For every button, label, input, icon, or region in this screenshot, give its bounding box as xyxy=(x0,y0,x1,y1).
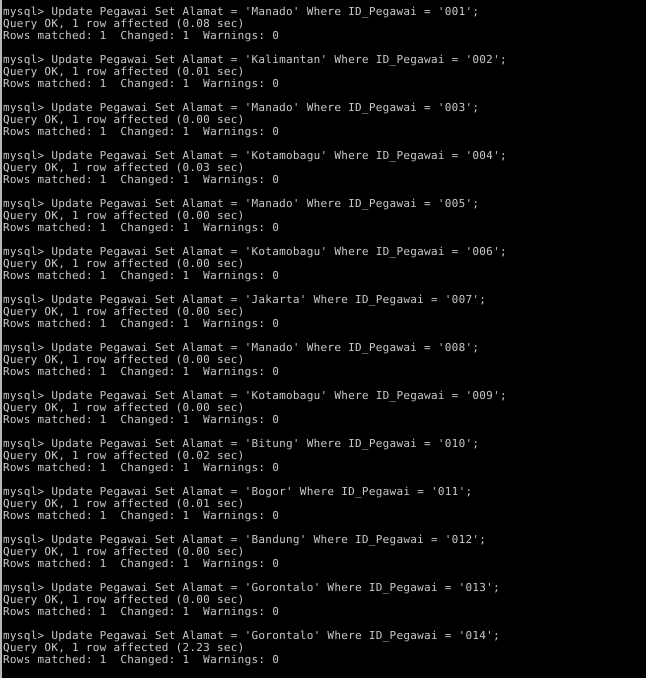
rows-summary-line: Rows matched: 1 Changed: 1 Warnings: 0 xyxy=(3,509,280,522)
sql-statement-block: mysql> Update Pegawai Set Alamat = 'Goro… xyxy=(3,582,643,630)
sql-statement-block: mysql> Update Pegawai Set Alamat = 'Band… xyxy=(3,534,643,582)
rows-summary-line: Rows matched: 1 Changed: 1 Warnings: 0 xyxy=(3,461,280,474)
rows-summary-line: Rows matched: 1 Changed: 1 Warnings: 0 xyxy=(3,269,280,282)
terminal-left-border xyxy=(0,0,2,678)
rows-summary-line: Rows matched: 1 Changed: 1 Warnings: 0 xyxy=(3,557,280,570)
sql-statement-block: mysql> Update Pegawai Set Alamat = 'Bitu… xyxy=(3,438,643,486)
rows-summary-line: Rows matched: 1 Changed: 1 Warnings: 0 xyxy=(3,173,280,186)
rows-summary-line: Rows matched: 1 Changed: 1 Warnings: 0 xyxy=(3,413,280,426)
sql-statement-block: mysql> Update Pegawai Set Alamat = 'Jaka… xyxy=(3,294,643,342)
rows-summary-line: Rows matched: 1 Changed: 1 Warnings: 0 xyxy=(3,653,280,666)
sql-statement-block: mysql> Update Pegawai Set Alamat = 'Mana… xyxy=(3,198,643,246)
sql-statement-block: mysql> Update Pegawai Set Alamat = 'Kota… xyxy=(3,150,643,198)
rows-summary-line: Rows matched: 1 Changed: 1 Warnings: 0 xyxy=(3,221,280,234)
sql-statement-block: mysql> Update Pegawai Set Alamat = 'Mana… xyxy=(3,6,643,54)
sql-statement-block: mysql> Update Pegawai Set Alamat = 'Kota… xyxy=(3,246,643,294)
sql-statement-block: mysql> Update Pegawai Set Alamat = 'Kali… xyxy=(3,54,643,102)
rows-summary-line: Rows matched: 1 Changed: 1 Warnings: 0 xyxy=(3,605,280,618)
sql-statement-block: mysql> Update Pegawai Set Alamat = 'Kota… xyxy=(3,390,643,438)
terminal-window[interactable]: mysql> Update Pegawai Set Alamat = 'Mana… xyxy=(0,0,646,678)
rows-summary-line: Rows matched: 1 Changed: 1 Warnings: 0 xyxy=(3,77,280,90)
sql-statement-block: mysql> Update Pegawai Set Alamat = 'Mana… xyxy=(3,102,643,150)
sql-statement-block: mysql> Update Pegawai Set Alamat = 'Bogo… xyxy=(3,486,643,534)
rows-summary-line: Rows matched: 1 Changed: 1 Warnings: 0 xyxy=(3,125,280,138)
console-output[interactable]: mysql> Update Pegawai Set Alamat = 'Mana… xyxy=(3,6,643,666)
rows-summary-line: Rows matched: 1 Changed: 1 Warnings: 0 xyxy=(3,317,280,330)
rows-summary-line: Rows matched: 1 Changed: 1 Warnings: 0 xyxy=(3,29,280,42)
sql-statement-block: mysql> Update Pegawai Set Alamat = 'Mana… xyxy=(3,342,643,390)
rows-summary-line: Rows matched: 1 Changed: 1 Warnings: 0 xyxy=(3,365,280,378)
sql-statement-block: mysql> Update Pegawai Set Alamat = 'Goro… xyxy=(3,630,643,666)
